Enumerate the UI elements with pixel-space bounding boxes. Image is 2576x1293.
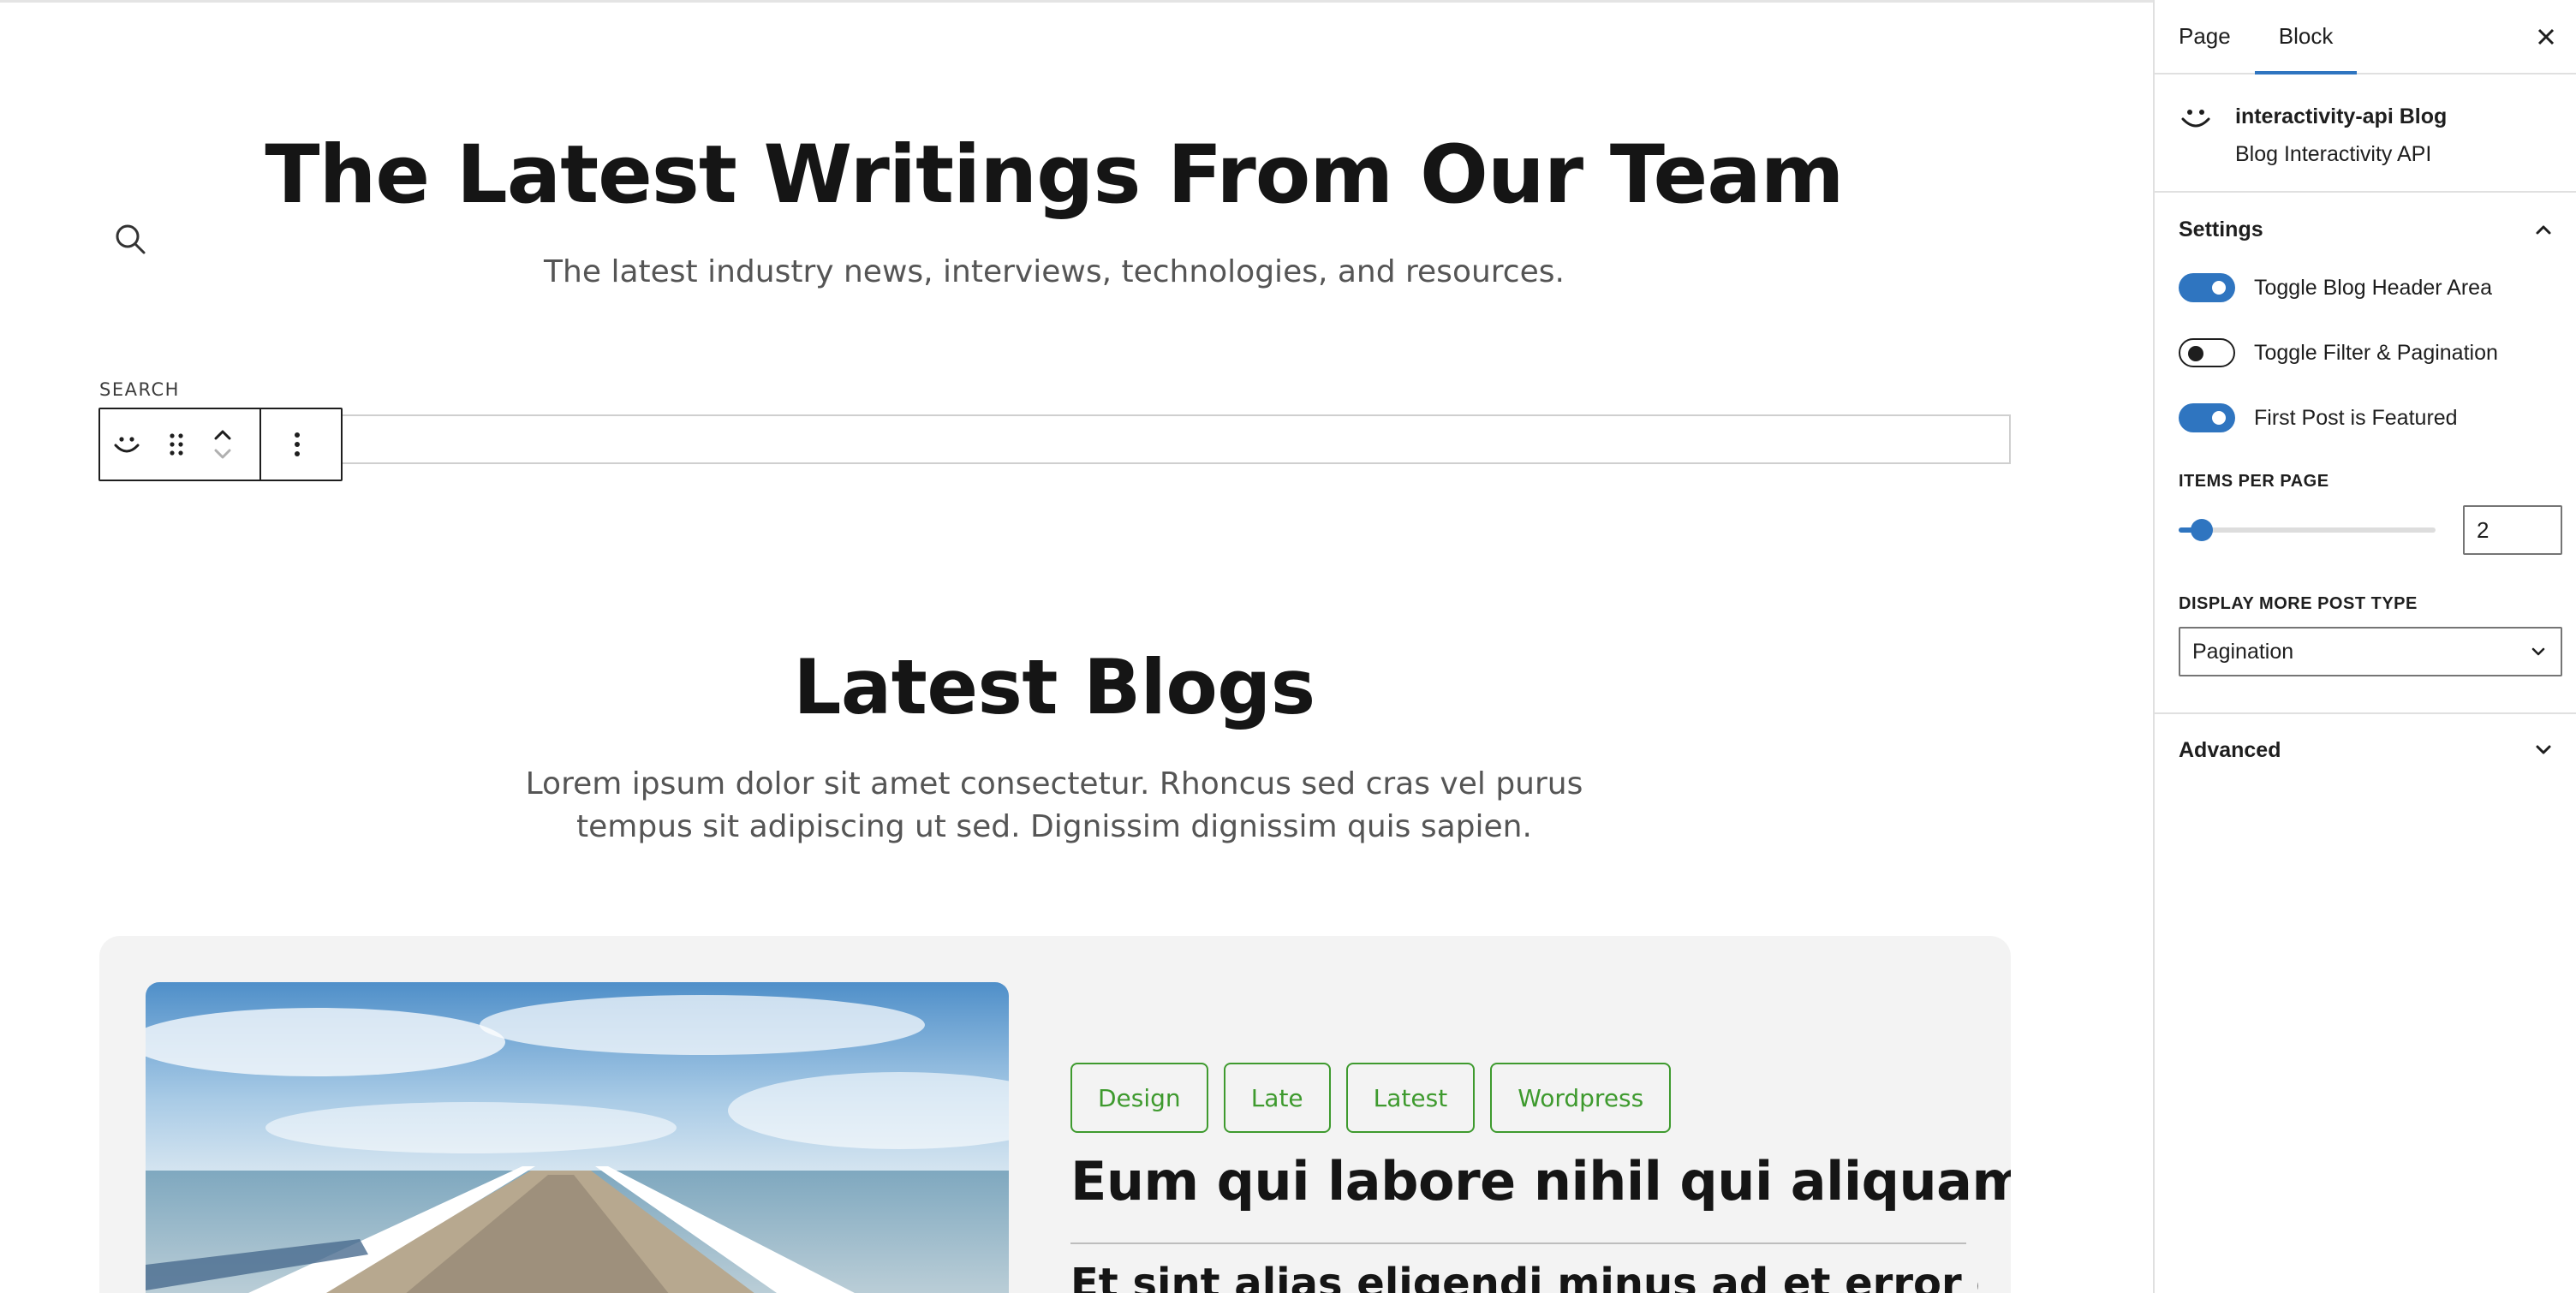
featured-post-image[interactable] [146, 982, 1009, 1293]
block-toolbar [98, 408, 343, 481]
toggle-blog-header-switch[interactable] [2179, 273, 2235, 302]
move-up-icon[interactable] [212, 426, 234, 444]
display-more-label: DISPLAY MORE POST TYPE [2179, 594, 2418, 613]
toggle-blog-header-row: Toggle Blog Header Area [2179, 273, 2492, 302]
drag-handle-icon [170, 433, 183, 456]
items-per-page-label: ITEMS PER PAGE [2179, 472, 2329, 491]
slider-thumb[interactable] [2191, 519, 2213, 541]
items-per-page-input[interactable] [2463, 505, 2562, 555]
tag-chip[interactable]: Wordpress [1490, 1063, 1672, 1133]
block-mover [200, 409, 246, 480]
editor-canvas: The Latest Writings From Our Team The la… [0, 0, 2153, 1293]
smile-icon [114, 437, 140, 453]
tag-chip[interactable]: Late [1223, 1063, 1331, 1133]
tab-block[interactable]: Block [2254, 0, 2358, 74]
block-name: interactivity-api Blog [2235, 104, 2448, 128]
close-icon[interactable] [2531, 22, 2561, 51]
items-per-page-slider[interactable] [2179, 519, 2436, 541]
block-card [2155, 74, 2576, 193]
toggle-label: Toggle Filter & Pagination [2254, 340, 2498, 365]
sidebar-tabs: Page Block [2155, 0, 2576, 74]
settings-panel-toggle[interactable]: Settings [2155, 194, 2576, 265]
chevron-up-icon [2536, 225, 2551, 235]
chevron-down-icon [2536, 745, 2551, 754]
post-divider [1070, 1242, 1966, 1244]
advanced-panel-title: Advanced [2179, 737, 2281, 762]
toggle-label: Toggle Blog Header Area [2254, 275, 2492, 300]
more-vertical-icon [295, 432, 300, 456]
toggle-filter-pagination-row: Toggle Filter & Pagination [2179, 338, 2498, 367]
move-down-icon[interactable] [212, 444, 234, 463]
featured-post-card: Design Late Latest Wordpress Eum qui lab… [99, 936, 2011, 1293]
tag-chip[interactable]: Design [1070, 1063, 1208, 1133]
chevron-down-icon [2531, 647, 2545, 656]
hero-subtitle: The latest industry news, interviews, te… [544, 254, 1565, 289]
toggle-label: First Post is Featured [2254, 405, 2458, 430]
tab-page[interactable]: Page [2155, 0, 2255, 73]
advanced-panel-toggle[interactable]: Advanced [2155, 715, 2576, 785]
panel-divider [2155, 712, 2576, 714]
more-options-button[interactable] [261, 409, 333, 480]
section-description-line: Lorem ipsum dolor sit amet consectetur. … [525, 766, 1583, 801]
drag-handle-button[interactable] [153, 409, 200, 480]
select-value: Pagination [2192, 639, 2294, 664]
section-description: Lorem ipsum dolor sit amet consectetur. … [0, 763, 2108, 849]
section-title: Latest Blogs [793, 643, 1315, 731]
toggle-first-post-featured-switch[interactable] [2179, 403, 2235, 432]
post-tags: Design Late Latest Wordpress [1070, 1063, 1672, 1133]
settings-panel-title: Settings [2179, 217, 2263, 241]
hero-title: The Latest Writings From Our Team [265, 128, 1844, 222]
block-description: Blog Interactivity API [2235, 142, 2432, 166]
post-title[interactable]: Eum qui labore nihil qui aliquam ea [1070, 1150, 2011, 1213]
block-type-button[interactable] [100, 409, 153, 480]
smile-icon [2181, 110, 2210, 128]
section-description-line: tempus sit adipiscing ut sed. Dignissim … [576, 809, 1532, 844]
search-label: SEARCH [99, 379, 180, 400]
toggle-filter-pagination-switch[interactable] [2179, 338, 2235, 367]
toggle-first-post-featured-row: First Post is Featured [2179, 403, 2458, 432]
search-input[interactable] [341, 414, 2011, 464]
search-icon[interactable] [113, 222, 147, 256]
block-settings-sidebar: Page Block interactivity-api Blog Blog I… [2153, 0, 2576, 1293]
display-more-select[interactable]: Pagination [2179, 627, 2562, 676]
post-excerpt: Et sint alias eligendi minus ad et error… [1070, 1260, 1978, 1293]
tag-chip[interactable]: Latest [1345, 1063, 1476, 1133]
